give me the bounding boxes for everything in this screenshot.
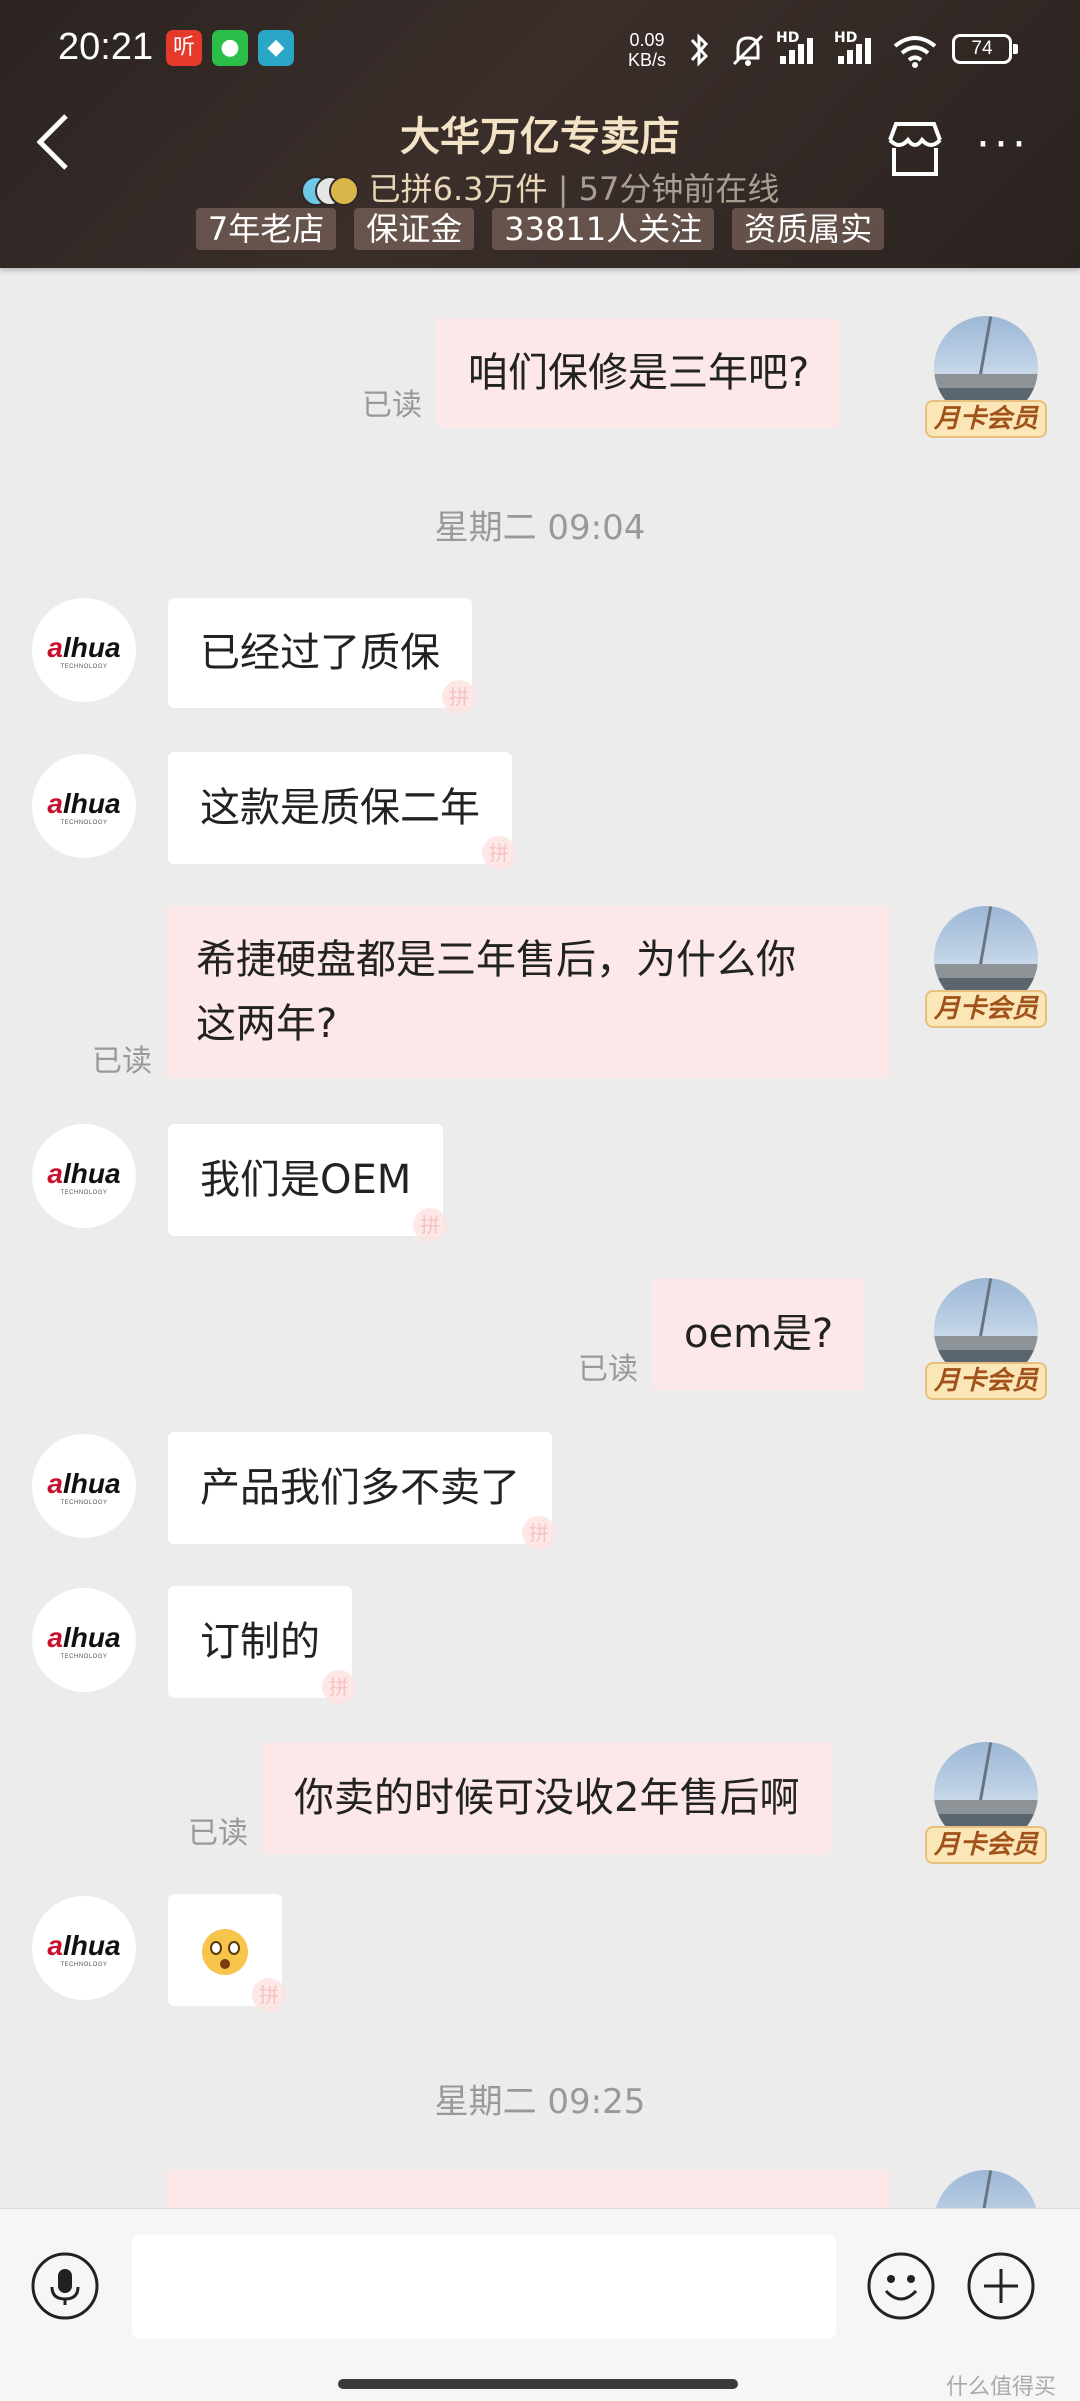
dizzy-face-emoji-icon (202, 1929, 248, 1975)
user-avatar[interactable] (934, 2170, 1038, 2208)
logo-subtext: TECHNOLOGY (60, 664, 108, 670)
buyer-avatars-icon (300, 174, 363, 208)
vip-badge: 月卡会员 (925, 990, 1047, 1028)
shop-avatar[interactable]: alhua TECHNOLOGY (32, 1124, 136, 1228)
blue-app-icon: ◆ (258, 30, 294, 66)
my-message-bubble[interactable]: oem是? (652, 1278, 866, 1390)
shop-message-bubble[interactable]: 这款是质保二年 (168, 752, 516, 870)
dahua-logo: alhua (47, 1468, 121, 1499)
store-icon[interactable] (884, 118, 946, 180)
logo-subtext: TECHNOLOGY (60, 1190, 108, 1196)
sales-count: 已拼6.3万件 (368, 170, 548, 208)
tag-shop-age[interactable]: 7年老店 (195, 208, 337, 250)
dahua-logo: alhua (47, 632, 121, 663)
net-speed-unit: KB/s (628, 50, 667, 70)
logo-subtext: TECHNOLOGY (60, 820, 108, 826)
signal-icon-2 (838, 38, 871, 64)
shop-avatar[interactable]: alhua TECHNOLOGY (32, 1434, 136, 1538)
shop-emoji-bubble[interactable] (168, 1894, 286, 2012)
signal-icon-1 (780, 38, 813, 64)
read-receipt: 已读 (92, 1044, 152, 1079)
my-message-bubble[interactable]: 你卖的时候可没收2年售后啊 (262, 1742, 832, 1854)
chat-message-list[interactable]: 已读 咱们保修是三年吧? 月卡会员 星期二 09:04 alhua TECHNO… (0, 268, 1080, 2208)
more-options-button[interactable]: ··· (976, 123, 1046, 170)
status-time: 20:21 (58, 26, 154, 68)
message-input-bar: 什么值得买 (0, 2208, 1080, 2401)
time-separator: 星期二 09:04 (434, 508, 646, 548)
home-indicator[interactable] (338, 2379, 738, 2389)
time-separator: 星期二 09:25 (434, 2082, 646, 2122)
listen-app-icon: 听 (166, 30, 202, 66)
read-receipt: 已读 (362, 388, 422, 423)
shop-avatar[interactable]: alhua TECHNOLOGY (32, 754, 136, 858)
shop-avatar[interactable]: alhua TECHNOLOGY (32, 1896, 136, 2000)
plus-button[interactable] (966, 2251, 1036, 2321)
tag-deposit[interactable]: 保证金 (354, 208, 475, 250)
dahua-logo: alhua (47, 1930, 121, 1961)
logo-subtext: TECHNOLOGY (60, 1654, 108, 1660)
bluetooth-icon (690, 33, 709, 67)
shop-message-bubble[interactable]: 订制的 (168, 1586, 356, 1704)
message-input[interactable] (132, 2235, 836, 2339)
vip-badge: 月卡会员 (925, 1362, 1047, 1400)
last-online: 57分钟前在线 (578, 170, 780, 208)
vip-badge: 月卡会员 (925, 400, 1047, 438)
shop-tags: 7年老店 保证金 33811人关注 资质属实 (0, 208, 1080, 250)
status-bar: 20:21 听 ● ◆ 0.09 KB/s HD HD 74 (0, 0, 1080, 100)
shop-message-bubble[interactable]: 产品我们多不卖了 (168, 1432, 556, 1550)
tag-followers[interactable]: 33811人关注 (492, 208, 715, 250)
dahua-logo: alhua (47, 1158, 121, 1189)
wifi-icon (893, 36, 937, 68)
my-message-bubble[interactable]: 希捷硬盘都是三年售后，为什么你 这两年? (166, 906, 890, 1078)
my-message-bubble-partial[interactable] (166, 2170, 890, 2208)
dahua-logo: alhua (47, 788, 121, 819)
net-speed: 0.09 KB/s (628, 30, 666, 70)
shop-message-bubble[interactable]: 我们是OEM (168, 1124, 448, 1242)
read-receipt: 已读 (578, 1352, 638, 1387)
logo-subtext: TECHNOLOGY (60, 1500, 108, 1506)
vip-badge: 月卡会员 (925, 1826, 1047, 1864)
shop-avatar[interactable]: alhua TECHNOLOGY (32, 1588, 136, 1692)
net-speed-value: 0.09 (629, 30, 665, 50)
read-receipt: 已读 (188, 1816, 248, 1851)
my-message-bubble[interactable]: 咱们保修是三年吧? (436, 318, 842, 428)
shop-avatar[interactable]: alhua TECHNOLOGY (32, 598, 136, 702)
shop-message-bubble[interactable]: 已经过了质保 (168, 598, 476, 714)
tag-qualification[interactable]: 资质属实 (732, 208, 885, 250)
battery-indicator: 74 (952, 34, 1018, 64)
emoji-button[interactable] (866, 2251, 936, 2321)
logo-subtext: TECHNOLOGY (60, 1962, 108, 1968)
watermark: 什么值得买 (946, 2375, 1057, 2400)
message-line: 希捷硬盘都是三年售后，为什么你 (196, 937, 796, 983)
chat-header: 20:21 听 ● ◆ 0.09 KB/s HD HD 74 大华万亿专卖店 已… (0, 0, 1080, 268)
stat-divider: | (557, 170, 579, 208)
message-line: 这两年? (196, 1001, 338, 1047)
dahua-logo: alhua (47, 1622, 121, 1653)
mute-bell-icon (732, 34, 764, 66)
voice-input-button[interactable] (30, 2251, 100, 2321)
wechat-icon: ● (212, 30, 248, 66)
